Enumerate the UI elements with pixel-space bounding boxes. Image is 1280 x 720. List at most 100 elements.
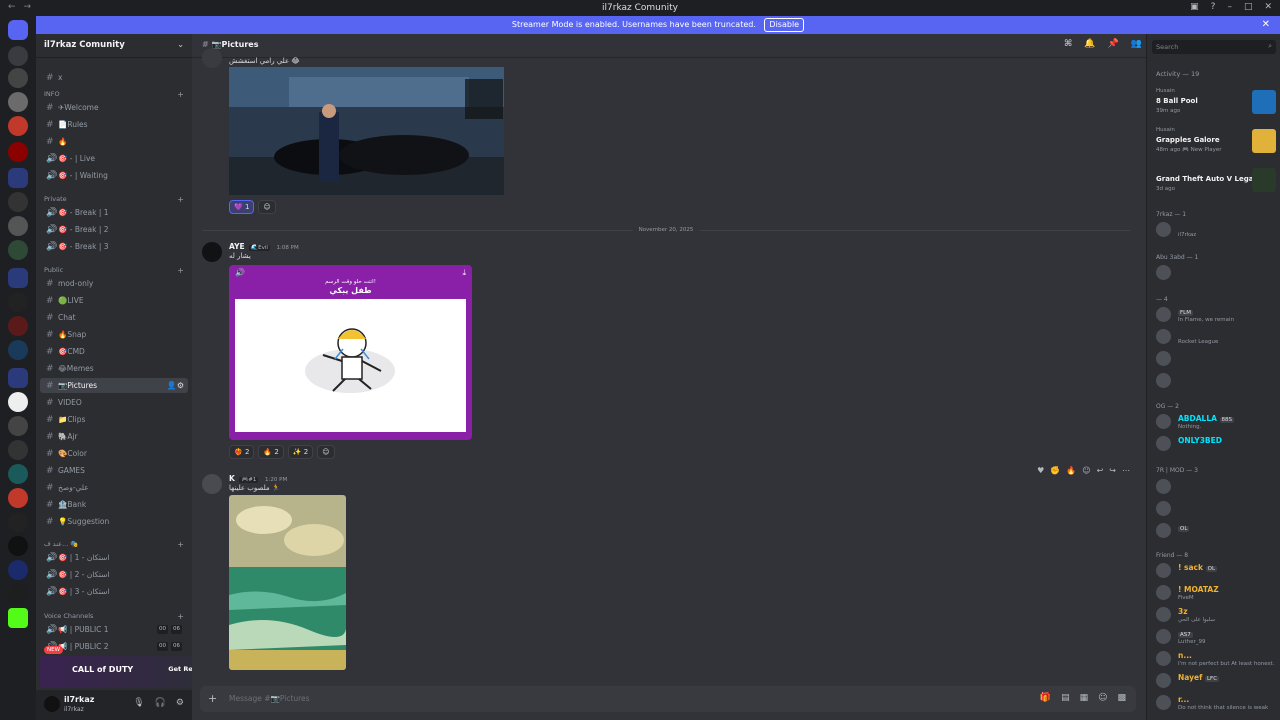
channel-text[interactable]: # Chat xyxy=(40,310,188,325)
channel-voice[interactable]: 🔊🎯 - Break | 1 xyxy=(40,205,188,220)
channel-voice[interactable]: 🔊📢 | PUBLIC 1 00 06 xyxy=(40,622,188,637)
server-folder-icon[interactable] xyxy=(8,368,28,388)
avatar[interactable] xyxy=(202,48,222,68)
heart-icon[interactable]: ♥ xyxy=(1037,466,1044,475)
channel-voice[interactable]: 🔊🎯 - | Live xyxy=(40,151,188,166)
member-item[interactable]: il7rkaz xyxy=(1154,220,1276,240)
add-channel-icon[interactable]: + xyxy=(177,540,184,549)
reply-icon[interactable]: ↩ xyxy=(1097,466,1104,475)
channel-category[interactable]: عند ف... 🎭 + xyxy=(44,540,184,549)
channel-voice[interactable]: 🔊🎯 | 2 - استكان xyxy=(40,567,188,582)
channel-text[interactable]: # 📷Pictures 👤⚙ xyxy=(40,378,188,393)
gta-screenshot-image[interactable] xyxy=(229,67,504,195)
pin-icon[interactable]: 📌 xyxy=(1108,39,1119,49)
server-icon[interactable] xyxy=(8,216,28,236)
server-icon[interactable] xyxy=(8,440,28,460)
member-item[interactable]: n... I'm not perfect but At least honest. xyxy=(1154,649,1276,669)
channel-text[interactable]: # 🎨Color xyxy=(40,446,188,461)
server-icon[interactable] xyxy=(8,192,28,212)
avatar[interactable] xyxy=(202,242,222,262)
activity-card[interactable]: Husain 8 Ball Pool 39m ago xyxy=(1154,88,1276,120)
member-item[interactable]: FLM In Flame, we remain xyxy=(1154,305,1276,325)
member-item[interactable] xyxy=(1154,371,1276,391)
server-icon[interactable] xyxy=(8,316,28,336)
server-icon[interactable] xyxy=(8,46,28,66)
member-item[interactable]: ! MOATAZ FiveM xyxy=(1154,583,1276,603)
server-icon[interactable] xyxy=(8,464,28,484)
member-item[interactable]: Nayef LFC xyxy=(1154,671,1276,691)
channel-category[interactable]: Public + xyxy=(44,266,184,275)
inbox-icon[interactable]: ▣ xyxy=(1190,2,1199,12)
channel-voice[interactable]: 🔊🎯 - | Waiting xyxy=(40,168,188,183)
server-icon[interactable] xyxy=(8,340,28,360)
channel-voice[interactable]: 🔊🎯 | 3 - استكان xyxy=(40,584,188,599)
member-item[interactable] xyxy=(1154,263,1276,283)
server-icon[interactable] xyxy=(8,68,28,88)
channel-text[interactable]: # 📁Clips xyxy=(40,412,188,427)
member-item[interactable] xyxy=(1154,499,1276,519)
volume-icon[interactable]: 🔊 xyxy=(235,268,245,277)
avatar[interactable] xyxy=(202,474,222,494)
channel-text[interactable]: # GAMES xyxy=(40,463,188,478)
member-item[interactable]: AS7 Luther_99 xyxy=(1154,627,1276,647)
channel-text[interactable]: # ✈Welcome xyxy=(40,100,188,115)
channel-text[interactable]: # mod-only xyxy=(40,276,188,291)
channel-category[interactable]: INFO + xyxy=(44,90,184,99)
member-item[interactable]: ONLY3BED xyxy=(1154,434,1276,454)
channel-text[interactable]: # x xyxy=(40,70,188,85)
server-folder-icon[interactable] xyxy=(8,168,28,188)
apps-icon[interactable]: ▩ xyxy=(1117,693,1126,703)
avatar[interactable] xyxy=(44,696,60,712)
member-item[interactable]: ABDALLA 88S Nothing. xyxy=(1154,412,1276,432)
more-icon[interactable]: ⋯ xyxy=(1122,466,1130,475)
channel-text[interactable]: # 🔥 xyxy=(40,134,188,149)
channel-text[interactable]: # 🔥Snap xyxy=(40,327,188,342)
channel-category[interactable]: Voice Channels + xyxy=(44,612,184,621)
channel-text[interactable]: # 💡Suggestion xyxy=(40,514,188,529)
member-item[interactable]: OL xyxy=(1154,521,1276,541)
server-icon[interactable] xyxy=(8,92,28,112)
headphones-icon[interactable]: 🎧 xyxy=(155,698,166,708)
server-icon[interactable] xyxy=(8,240,28,260)
reaction[interactable]: 🔥 2 xyxy=(258,445,284,459)
add-reaction-icon[interactable]: ☺ xyxy=(317,445,335,459)
reaction-icon[interactable]: ✊ xyxy=(1050,466,1060,475)
emoji-icon[interactable]: ☺ xyxy=(1098,693,1107,703)
add-channel-icon[interactable]: + xyxy=(177,612,184,621)
server-icon[interactable] xyxy=(8,142,28,162)
channel-settings-icon[interactable]: 👤⚙ xyxy=(167,378,184,393)
server-icon[interactable] xyxy=(8,292,28,312)
microphone-icon[interactable]: 🎙 xyxy=(133,698,144,708)
message-composer[interactable]: + Message #📷Pictures 🎁 ▤ ▦ ☺ ▩ xyxy=(200,686,1136,712)
close-banner-icon[interactable]: ✕ xyxy=(1262,16,1270,34)
search-input[interactable]: Search ⌕ xyxy=(1152,40,1276,54)
bell-icon[interactable]: 🔔 xyxy=(1084,39,1095,49)
gif-embed[interactable]: 🔊 ⤓ انتت حلو وقت الرسم! طفل يبكي xyxy=(229,265,472,440)
help-icon[interactable]: ? xyxy=(1211,2,1216,12)
server-icon[interactable] xyxy=(8,116,28,136)
members-icon[interactable]: 👥 xyxy=(1131,39,1142,49)
reaction[interactable]: ✨ 2 xyxy=(287,445,314,459)
message-input[interactable]: Message #📷Pictures xyxy=(229,694,310,703)
server-icon[interactable] xyxy=(8,488,28,508)
home-discord-icon[interactable] xyxy=(8,20,28,40)
channel-voice[interactable]: 🔊🎯 - Break | 3 xyxy=(40,239,188,254)
member-item[interactable]: r... Do not think that silence is weak xyxy=(1154,693,1276,713)
activity-card[interactable]: Grand Theft Auto V Legacy 3d ago xyxy=(1154,166,1276,198)
add-reaction-icon[interactable]: ☺ xyxy=(1082,466,1090,475)
attach-plus-icon[interactable]: + xyxy=(208,692,217,705)
server-icon[interactable] xyxy=(8,392,28,412)
member-item[interactable]: 3z سلبوا على الحي xyxy=(1154,605,1276,625)
server-icon[interactable] xyxy=(8,416,28,436)
gear-icon[interactable]: ⚙ xyxy=(176,698,184,708)
channel-text[interactable]: # 📄Rules xyxy=(40,117,188,132)
add-channel-icon[interactable]: + xyxy=(177,266,184,275)
channel-voice[interactable]: 🔊🎯 - Break | 2 xyxy=(40,222,188,237)
channel-text[interactable]: # 🏦Bank xyxy=(40,497,188,512)
add-reaction-icon[interactable]: ☺ xyxy=(258,200,276,214)
channel-voice[interactable]: 🔊🎯 | 1 - استكان xyxy=(40,550,188,565)
channel-text[interactable]: # علي-وصخ xyxy=(40,480,188,495)
message-author[interactable]: AYE 🌊Evil 1:08 PM xyxy=(229,242,299,251)
channel-text[interactable]: # 🟢LIVE xyxy=(40,293,188,308)
fire-icon[interactable]: 🔥 xyxy=(1066,466,1076,475)
